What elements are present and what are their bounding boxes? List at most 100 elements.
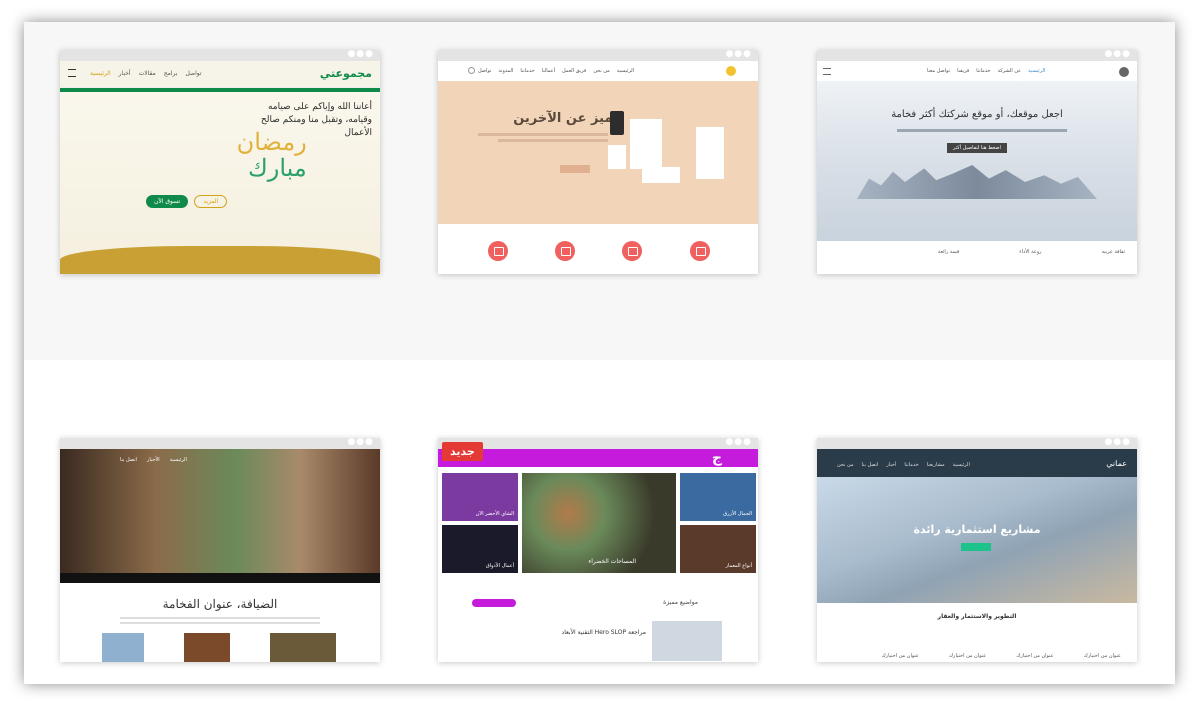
nav-item[interactable]: أخبار xyxy=(886,462,896,468)
nav-item[interactable]: الأخبار xyxy=(147,457,160,463)
section-title: التطوير والاستثمار والعقار xyxy=(937,613,1017,620)
gallery-image[interactable] xyxy=(102,633,144,662)
template-gallery: ●●● مجموعتي الرئيسية أخبار مقالات برامج … xyxy=(24,22,1175,684)
calligraphy-text: رمضان xyxy=(236,128,307,156)
nav-item[interactable]: خدماتنا xyxy=(520,68,534,74)
feature-title: عنوان من اختيارك xyxy=(948,653,987,659)
nav-item[interactable]: خدماتنا xyxy=(904,462,918,468)
nav-item[interactable]: مشاريعنا xyxy=(927,462,945,468)
hero-title: مشاريع استثمارية رائدة xyxy=(913,523,1041,536)
site-logo-icon xyxy=(1119,67,1129,77)
window-bar: ●●● xyxy=(817,50,1137,61)
post-tile[interactable]: أنواع المعمار xyxy=(680,525,756,573)
nav-item[interactable]: أخبار xyxy=(119,70,131,77)
search-icon[interactable] xyxy=(468,67,475,74)
cta-button[interactable]: تسوق الآن xyxy=(146,195,189,208)
feature-title: قيمة رائعة xyxy=(937,249,960,255)
menu-icon[interactable] xyxy=(823,68,831,75)
nav-item[interactable]: من نحن xyxy=(593,68,610,74)
gallery-image[interactable] xyxy=(270,633,336,662)
window-dots-icon: ●●● xyxy=(725,50,752,59)
nav-item[interactable]: تواصل xyxy=(478,68,491,74)
article-title: مراجعة Hero SLOP التقنية الأبعاد xyxy=(561,629,646,636)
hero-button[interactable]: اضغط هنا لتفاصيل أكثر xyxy=(947,143,1007,153)
hero-banner: الرئيسية الأخبار اتصل بنا xyxy=(60,449,380,573)
site-logo: عماني xyxy=(1106,459,1127,468)
window-dots-icon: ●●● xyxy=(725,438,752,447)
menu-icon[interactable] xyxy=(68,69,76,77)
calligraphy-text: مبارك xyxy=(248,154,307,182)
service-icon[interactable] xyxy=(690,241,710,261)
window-dots-icon: ●●● xyxy=(1104,50,1131,59)
post-title: الشاي الأخضر الآن xyxy=(475,511,514,517)
post-title: المساحات الخضراء xyxy=(588,558,636,565)
hero-title: تميز عن الآخرين xyxy=(513,111,618,126)
article-image[interactable] xyxy=(652,621,722,661)
nav-item[interactable]: فريقنا xyxy=(957,68,969,74)
nav-item[interactable]: الرئيسية xyxy=(1028,68,1045,74)
nav-item[interactable]: برامج xyxy=(164,70,178,77)
nav-item[interactable]: الرئيسية xyxy=(170,457,187,463)
hero-button[interactable] xyxy=(560,165,590,173)
window-bar: ●●● xyxy=(60,50,380,61)
nav-item[interactable]: اتصل بنا xyxy=(862,462,879,468)
nav-item[interactable]: مقالات xyxy=(139,70,156,77)
post-title: أعمال الأذواق xyxy=(485,563,514,569)
post-tile[interactable]: الشاي الأخضر الآن xyxy=(442,473,518,521)
template-card-hospitality[interactable]: ●●● الرئيسية الأخبار اتصل بنا الضيافة، ع… xyxy=(60,438,380,662)
post-title: أنواع المعمار xyxy=(725,563,752,569)
nav-item[interactable]: الرئيسية xyxy=(617,68,634,74)
window-bar: ●●● xyxy=(438,50,758,61)
feature-title: عنوان من اختيارك xyxy=(1016,653,1054,659)
window-bar: ●●● xyxy=(60,438,380,449)
window-dots-icon: ●●● xyxy=(1104,438,1131,447)
site-logo: ج xyxy=(711,450,722,466)
post-tile[interactable]: أعمال الأذواق xyxy=(442,525,518,573)
hero-line: أعاننا الله وإياكم على صيامه xyxy=(267,102,372,112)
hero-banner: تميز عن الآخرين xyxy=(438,81,758,224)
template-card-creative[interactable]: ●●● الرئيسية من نحن فريق العمل أعمالنا خ… xyxy=(438,50,758,274)
service-icon[interactable] xyxy=(488,241,508,261)
service-icon[interactable] xyxy=(555,241,575,261)
nav-item[interactable]: عن الشركة xyxy=(998,68,1022,74)
nav-item[interactable]: أعمالنا xyxy=(542,68,555,74)
post-tile-featured[interactable]: المساحات الخضراء xyxy=(522,473,676,573)
nav-item[interactable]: اتصل بنا xyxy=(120,457,137,463)
post-title: الجمال الأزرق xyxy=(723,511,752,517)
template-card-corporate[interactable]: ●●● الرئيسية عن الشركة خدماتنا فريقنا تو… xyxy=(817,50,1137,274)
window-dots-icon: ●●● xyxy=(347,50,374,59)
more-button[interactable]: المزيد xyxy=(194,195,228,208)
window-dots-icon: ●●● xyxy=(347,438,374,447)
section-title: مواضيع مميزة xyxy=(663,599,698,606)
post-tile[interactable]: الجمال الأزرق xyxy=(680,473,756,521)
new-badge: جديد xyxy=(442,442,483,461)
ticker-bar xyxy=(60,88,380,92)
hero-title: اجعل موقعك، أو موقع شركتك أكثر فخامة xyxy=(891,109,1063,120)
decorative-footer xyxy=(60,246,380,274)
site-logo-icon xyxy=(726,66,736,76)
hero-line: وقيامه، وتقبل منا ومنكم صالح xyxy=(260,115,372,125)
city-skyline xyxy=(857,165,1097,199)
nav-item[interactable]: من نحن xyxy=(837,462,854,468)
gallery-image[interactable] xyxy=(184,633,230,662)
feature-title: ثقافة عربية xyxy=(1101,249,1125,255)
nav-item[interactable]: الرئيسية xyxy=(953,462,970,468)
nav-item[interactable]: فريق العمل xyxy=(562,68,586,74)
phone-prop xyxy=(610,111,624,135)
nav-item[interactable]: خدماتنا xyxy=(976,68,990,74)
nav-item[interactable]: الرئيسية xyxy=(90,70,111,77)
section-title: الضيافة، عنوان الفخامة xyxy=(162,597,278,611)
template-card-ramadan[interactable]: ●●● مجموعتي الرئيسية أخبار مقالات برامج … xyxy=(60,50,380,274)
feature-title: عنوان من اختيارك xyxy=(881,653,919,659)
service-icon[interactable] xyxy=(622,241,642,261)
nav-item[interactable]: تواصل معنا xyxy=(927,68,950,74)
template-card-investment[interactable]: ●●● عماني الرئيسية مشاريعنا خدماتنا أخبا… xyxy=(817,438,1137,662)
template-card-magazine[interactable]: جديد ●●● ج الشاي الأخضر الآن المساحات ال… xyxy=(438,438,758,662)
window-bar: ●●● xyxy=(438,438,758,449)
feature-title: عنوان من اختيارك xyxy=(1083,653,1121,659)
hero-button[interactable] xyxy=(961,543,991,551)
nav-item[interactable]: تواصل xyxy=(185,70,201,77)
sidebar-button[interactable] xyxy=(472,599,516,607)
nav-item[interactable]: المدونة xyxy=(498,68,513,74)
hero-banner: اجعل موقعك، أو موقع شركتك أكثر فخامة اضغ… xyxy=(817,81,1137,241)
